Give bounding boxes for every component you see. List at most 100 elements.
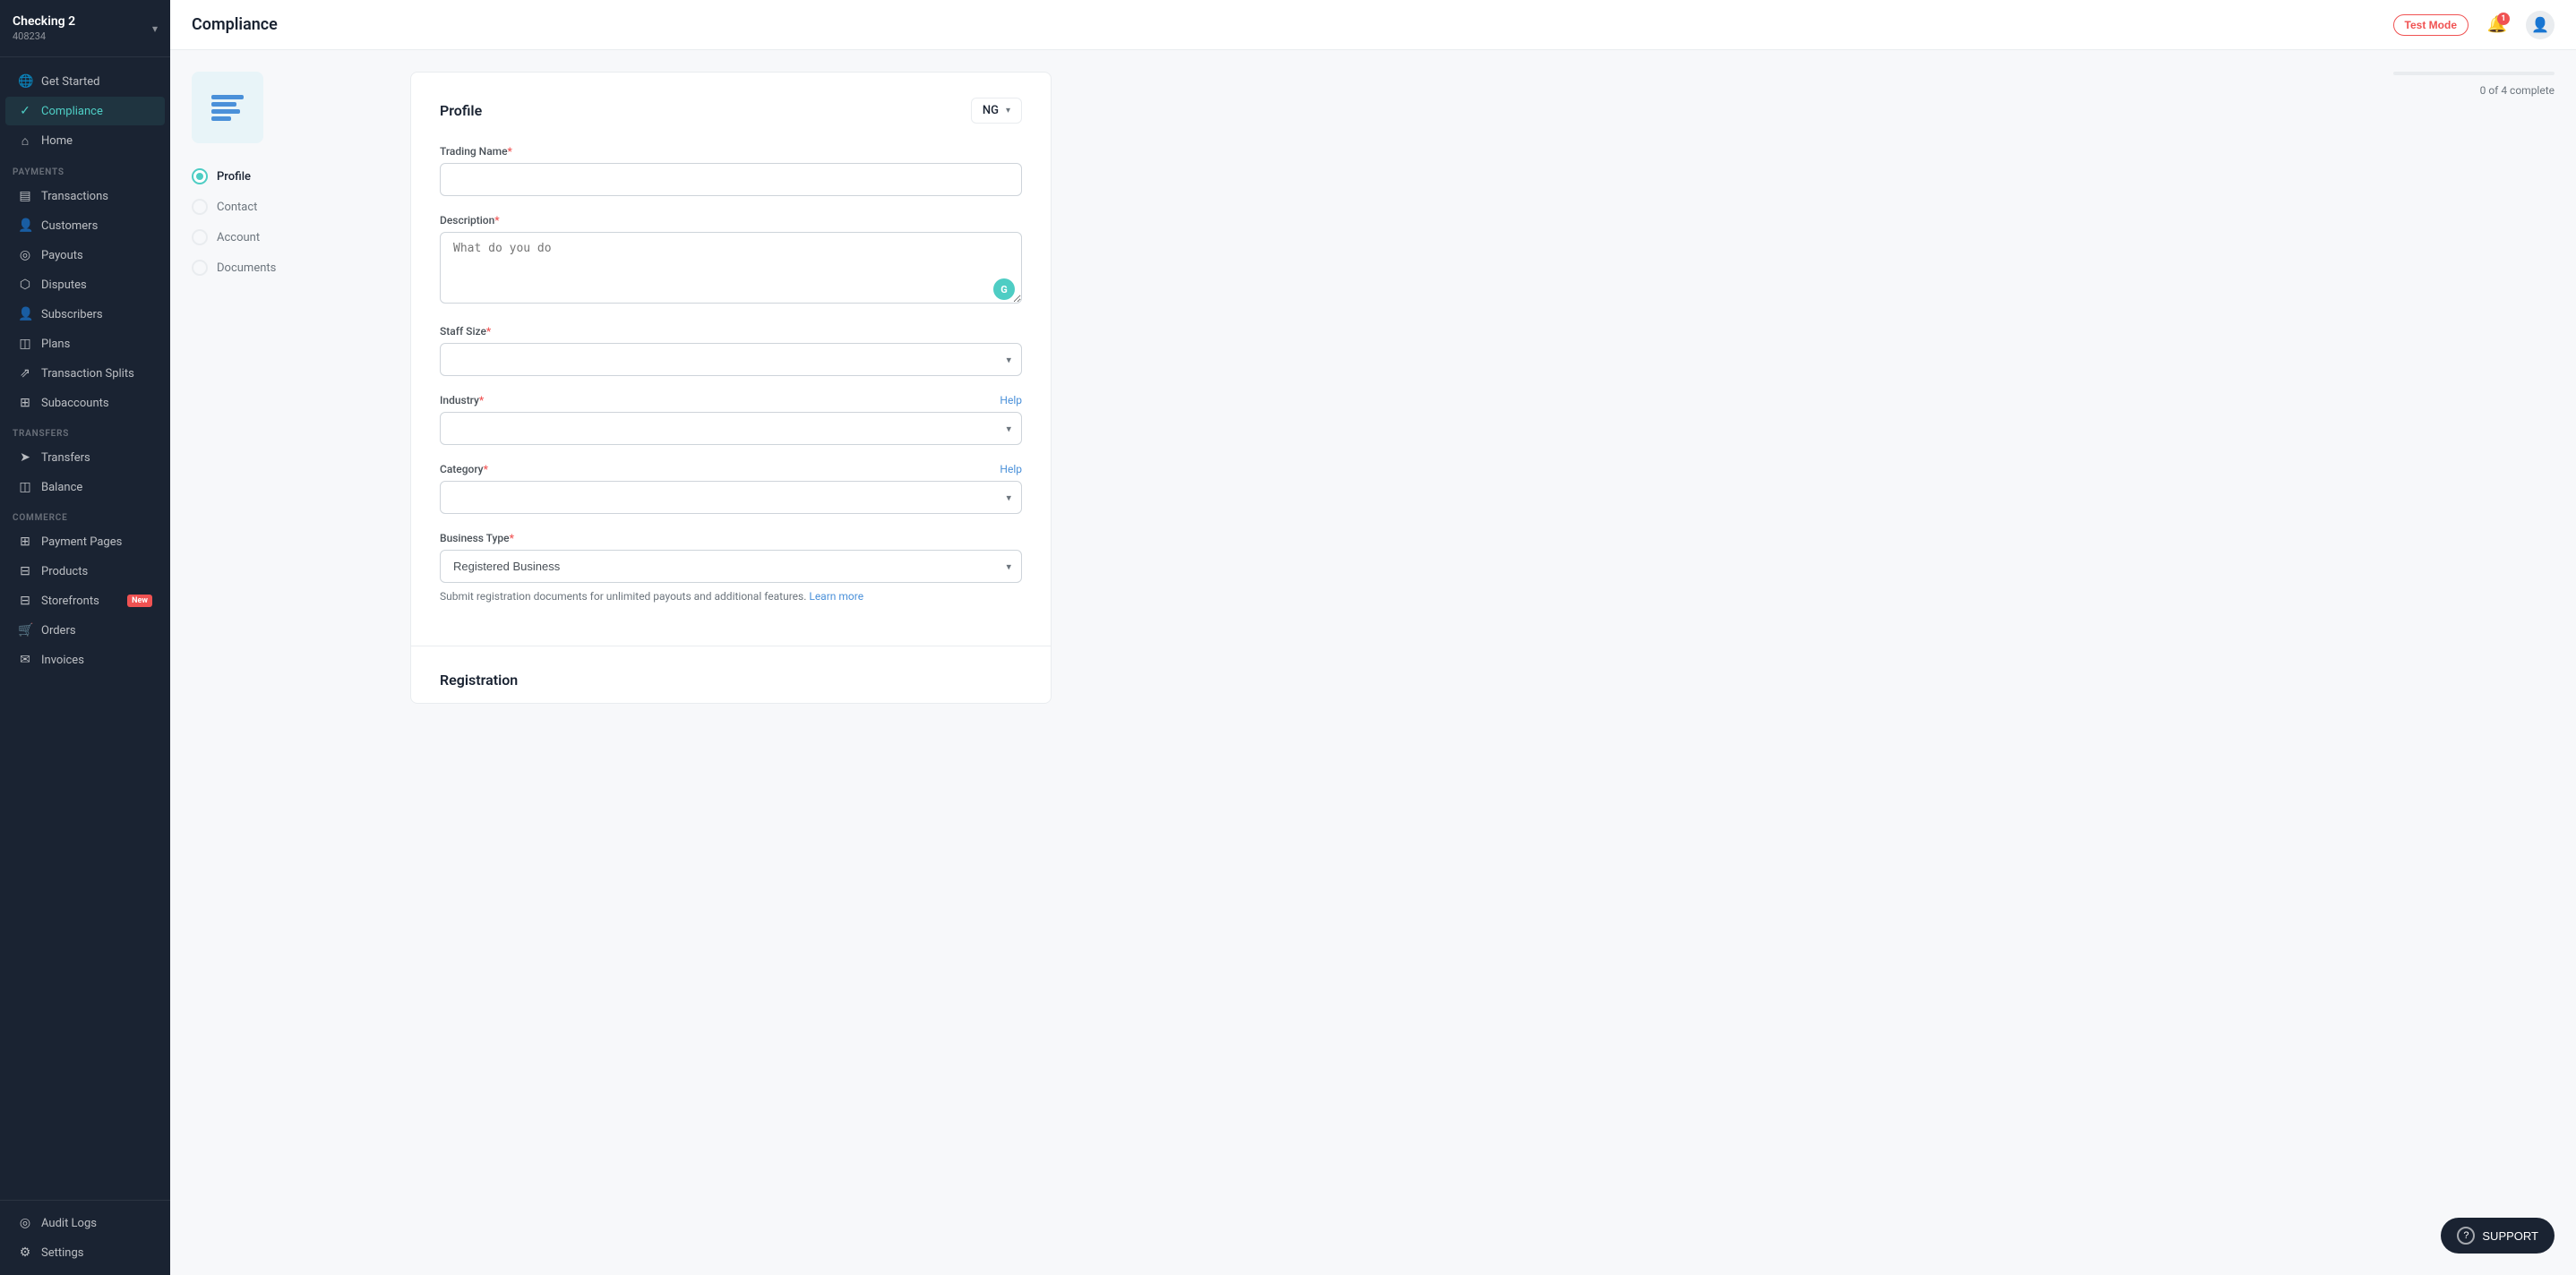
sidebar-item-label: Plans: [41, 338, 70, 351]
user-icon: 👤: [2531, 16, 2549, 33]
sidebar-item-payouts[interactable]: ◎ Payouts: [5, 241, 165, 270]
sidebar-item-label: Settings: [41, 1246, 83, 1260]
compliance-logo: [192, 72, 263, 143]
account-switcher[interactable]: Checking 2 408234 ▾: [0, 0, 170, 57]
country-selector[interactable]: NG ▾: [971, 98, 1022, 124]
description-group: Description* G: [440, 214, 1022, 307]
notifications-badge: 1: [2497, 13, 2510, 25]
trading-name-required: *: [508, 145, 512, 158]
sidebar-item-audit-logs[interactable]: ◎ Audit Logs: [5, 1209, 165, 1237]
step-profile[interactable]: Profile: [192, 161, 389, 192]
support-icon: ?: [2457, 1227, 2475, 1245]
transaction-splits-icon: ⇗: [18, 366, 32, 381]
learn-more-link[interactable]: Learn more: [809, 590, 863, 603]
sidebar-item-plans[interactable]: ◫ Plans: [5, 329, 165, 358]
trading-name-input[interactable]: [440, 163, 1022, 196]
sidebar-item-subaccounts[interactable]: ⊞ Subaccounts: [5, 389, 165, 417]
sidebar-item-label: Payouts: [41, 249, 83, 262]
transfers-section-label: TRANSFERS: [0, 418, 170, 442]
step-circle-contact: [192, 199, 208, 215]
category-select[interactable]: [440, 481, 1022, 514]
sidebar-item-label: Compliance: [41, 105, 103, 118]
description-textarea[interactable]: [440, 232, 1022, 304]
category-help-link[interactable]: Help: [1000, 463, 1022, 475]
customers-icon: 👤: [18, 218, 32, 233]
sidebar-item-payment-pages[interactable]: ⊞ Payment Pages: [5, 527, 165, 556]
business-type-select[interactable]: Registered Business Sole Proprietor Indi…: [440, 550, 1022, 583]
sidebar-item-orders[interactable]: 🛒 Orders: [5, 616, 165, 645]
page-content: 0 of 4 complete Profile: [170, 50, 2576, 1275]
header: Compliance Test Mode 🔔 1 👤: [170, 0, 2576, 50]
sidebar-item-invoices[interactable]: ✉ Invoices: [5, 646, 165, 674]
industry-select-wrapper: ▾: [440, 412, 1022, 445]
transfers-icon: ➤: [18, 450, 32, 465]
step-label: Profile: [217, 170, 251, 184]
step-label: Contact: [217, 201, 257, 214]
user-menu-button[interactable]: 👤: [2526, 11, 2555, 39]
compliance-layout: Profile Contact Account Documents: [192, 72, 1052, 704]
logo-bars: [211, 95, 244, 121]
industry-required: *: [479, 394, 484, 406]
logo-bar-3: [211, 109, 240, 114]
ai-assist-button[interactable]: G: [993, 278, 1015, 300]
subaccounts-icon: ⊞: [18, 396, 32, 410]
compliance-form: Profile NG ▾ Trading Name*: [410, 72, 1052, 704]
staff-size-label: Staff Size*: [440, 325, 1022, 338]
sidebar-bottom: ◎ Audit Logs ⚙ Settings: [0, 1200, 170, 1275]
industry-group: Industry* Help ▾: [440, 394, 1022, 445]
business-type-group: Business Type* Registered Business Sole …: [440, 532, 1022, 603]
sidebar-item-customers[interactable]: 👤 Customers: [5, 211, 165, 240]
sidebar-item-get-started[interactable]: 🌐 Get Started: [5, 67, 165, 96]
page-title: Compliance: [192, 15, 278, 34]
test-mode-button[interactable]: Test Mode: [2393, 14, 2469, 36]
sidebar-item-compliance[interactable]: ✓ Compliance: [5, 97, 165, 125]
progress-track: [2393, 72, 2555, 75]
sidebar-item-home[interactable]: ⌂ Home: [5, 126, 165, 156]
logo-bar-4: [211, 116, 231, 121]
sidebar-item-disputes[interactable]: ⬡ Disputes: [5, 270, 165, 299]
country-chevron-icon: ▾: [1006, 106, 1010, 116]
sidebar-item-settings[interactable]: ⚙ Settings: [5, 1238, 165, 1267]
sidebar-item-storefronts[interactable]: ⊟ Storefronts New: [5, 586, 165, 615]
step-account[interactable]: Account: [192, 222, 389, 252]
settings-icon: ⚙: [18, 1245, 32, 1260]
business-type-select-wrapper: Registered Business Sole Proprietor Indi…: [440, 550, 1022, 583]
notifications-button[interactable]: 🔔 1: [2483, 11, 2512, 39]
sidebar-item-label: Subscribers: [41, 308, 103, 321]
sidebar-item-label: Products: [41, 565, 88, 578]
sidebar-item-label: Transaction Splits: [41, 367, 134, 381]
sidebar-item-subscribers[interactable]: 👤 Subscribers: [5, 300, 165, 329]
sidebar-item-transactions[interactable]: ▤ Transactions: [5, 182, 165, 210]
sidebar-nav: 🌐 Get Started ✓ Compliance ⌂ Home PAYMEN…: [0, 57, 170, 1200]
country-code: NG: [983, 104, 999, 117]
invoices-icon: ✉: [18, 653, 32, 667]
sidebar-item-products[interactable]: ⊟ Products: [5, 557, 165, 586]
category-required: *: [484, 463, 488, 475]
sidebar-item-label: Audit Logs: [41, 1217, 97, 1230]
step-contact[interactable]: Contact: [192, 192, 389, 222]
industry-select[interactable]: [440, 412, 1022, 445]
support-label: SUPPORT: [2482, 1229, 2538, 1243]
industry-help-link[interactable]: Help: [1000, 394, 1022, 406]
products-icon: ⊟: [18, 564, 32, 578]
account-name: Checking 2: [13, 14, 75, 29]
header-right: Test Mode 🔔 1 👤: [2393, 11, 2555, 39]
sidebar-item-transaction-splits[interactable]: ⇗ Transaction Splits: [5, 359, 165, 388]
subscribers-icon: 👤: [18, 307, 32, 321]
step-documents[interactable]: Documents: [192, 252, 389, 283]
staff-size-group: Staff Size* 1-10 11-50 51-200 201-500 50…: [440, 325, 1022, 376]
staff-size-select[interactable]: 1-10 11-50 51-200 201-500 500+: [440, 343, 1022, 376]
audit-logs-icon: ◎: [18, 1216, 32, 1230]
sidebar-item-label: Transactions: [41, 190, 108, 203]
globe-icon: 🌐: [18, 74, 32, 89]
sidebar-item-label: Orders: [41, 624, 76, 638]
support-button[interactable]: ? SUPPORT: [2441, 1218, 2555, 1254]
payouts-icon: ◎: [18, 248, 32, 262]
form-section-header: Profile NG ▾: [440, 98, 1022, 124]
sidebar-item-transfers[interactable]: ➤ Transfers: [5, 443, 165, 472]
sidebar-item-balance[interactable]: ◫ Balance: [5, 473, 165, 501]
sidebar-item-label: Balance: [41, 481, 82, 494]
sidebar: Checking 2 408234 ▾ 🌐 Get Started ✓ Comp…: [0, 0, 170, 1275]
category-label-row: Category* Help: [440, 463, 1022, 475]
sidebar-item-label: Payment Pages: [41, 535, 122, 549]
